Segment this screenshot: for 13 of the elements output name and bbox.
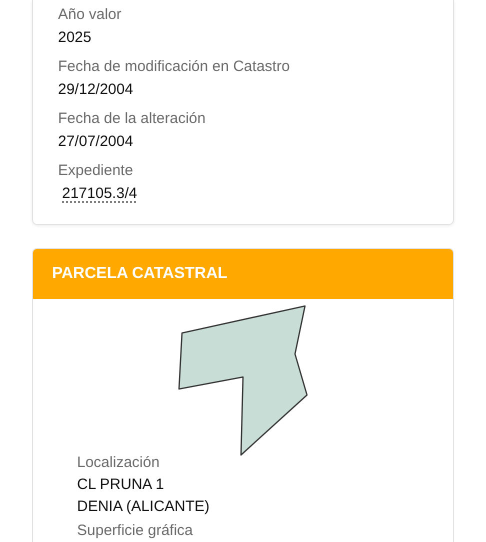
field-value: DENIA (ALICANTE) — [77, 497, 211, 517]
field-label: Superficie gráfica — [77, 521, 194, 540]
field-value: 2025 — [58, 28, 92, 48]
field-label: Expediente — [58, 161, 134, 181]
field-value: 29/12/2004 — [58, 80, 134, 100]
field-label: Fecha de modificación en Catastro — [58, 57, 291, 77]
field-label: Localización — [77, 453, 161, 473]
field-value: CL PRUNA 1 — [77, 475, 165, 495]
file-number-link[interactable]: 217105.3/4 — [62, 185, 138, 202]
card-title: PARCELA CATASTRAL — [52, 264, 228, 284]
field-value: 27/07/2004 — [58, 132, 134, 152]
field-label: Año valor — [58, 5, 122, 25]
field-label: Fecha de la alteración — [58, 109, 207, 129]
